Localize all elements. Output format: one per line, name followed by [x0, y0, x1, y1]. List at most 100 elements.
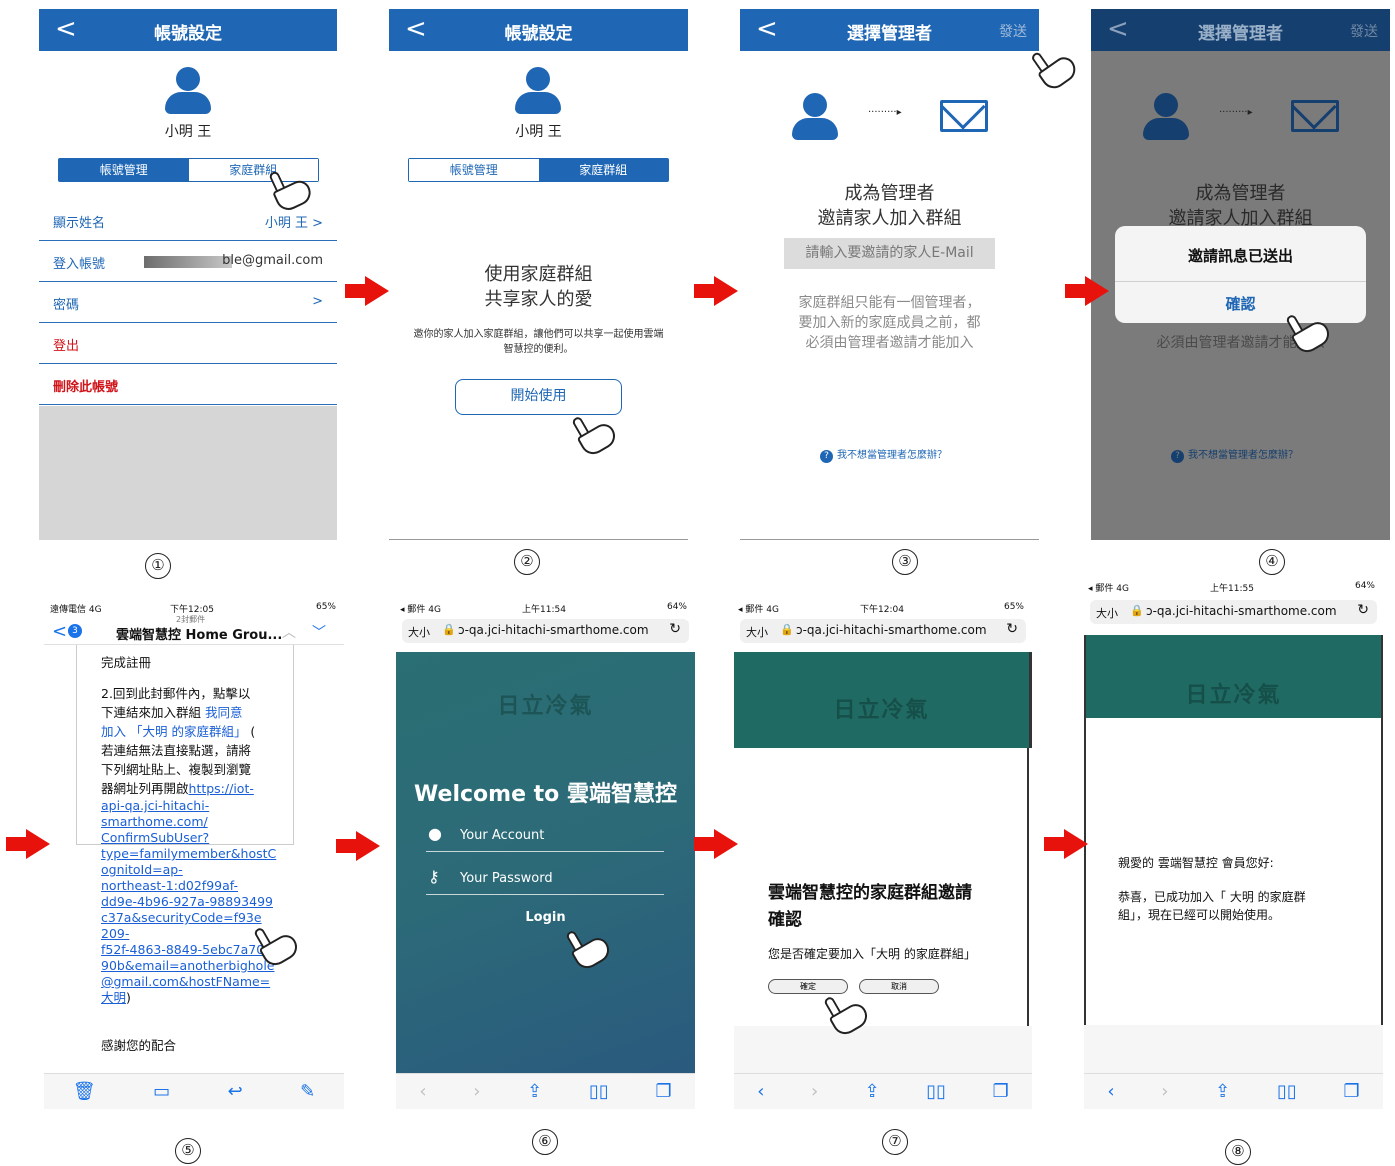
- clock: 上午11:54: [522, 605, 566, 615]
- screen-web-success: ◂ 郵件 4G 上午11:55 64% 大小 🔒 ɔ-qa.jci-hitach…: [1084, 578, 1383, 1109]
- agree-link[interactable]: 加入 「大明 的家庭群組」: [101, 724, 246, 739]
- url-link[interactable]: c37a&securityCode=f93e: [101, 910, 291, 926]
- chevron-right-icon: >: [312, 294, 323, 309]
- alert-dialog: 邀請訊息已送出 確認: [1115, 226, 1366, 323]
- next-step-arrow-icon: [1044, 829, 1088, 859]
- back-arrow-icon[interactable]: ‹: [1107, 1081, 1114, 1102]
- login-button[interactable]: Login: [396, 910, 695, 925]
- address-bar[interactable]: 大小 🔒 ɔ-qa.jci-hitachi-smarthome.com ↻: [740, 619, 1026, 643]
- bookmarks-icon[interactable]: ▯▯: [926, 1081, 946, 1102]
- forward-arrow-icon[interactable]: ›: [473, 1081, 480, 1102]
- tabs-icon[interactable]: ❐: [993, 1081, 1009, 1102]
- password-field[interactable]: ⚷ Your Password: [426, 865, 664, 895]
- row-logout[interactable]: 登出: [39, 323, 337, 364]
- thanks-line: 感謝您的配合: [101, 1038, 177, 1053]
- avatar-icon: [515, 67, 561, 115]
- text-size-button[interactable]: 大小: [1096, 605, 1118, 621]
- url-link[interactable]: type=familymember&hostC: [101, 846, 291, 862]
- step-number: ③: [892, 549, 918, 575]
- address-bar[interactable]: 大小 🔒 ɔ-qa.jci-hitachi-smarthome.com ↻: [402, 619, 689, 643]
- back-arrow-icon[interactable]: ‹: [419, 1081, 426, 1102]
- page-title: 選擇管理者: [847, 24, 932, 44]
- row-login-account: 登入帳號 ble@gmail.com: [39, 241, 337, 282]
- share-icon[interactable]: ⇪: [1215, 1081, 1230, 1102]
- tab-family-group[interactable]: 家庭群組: [538, 159, 668, 181]
- share-icon[interactable]: ⇪: [865, 1081, 880, 1102]
- share-icon[interactable]: ⇪: [527, 1081, 542, 1102]
- browser-toolbar: ‹ › ⇪ ▯▯ ❐: [1084, 1073, 1383, 1109]
- trash-icon[interactable]: 🗑: [73, 1081, 96, 1102]
- bookmarks-icon[interactable]: ▯▯: [589, 1081, 609, 1102]
- compose-icon[interactable]: ✎: [300, 1081, 315, 1102]
- status-bar: ◂ 郵件 4G 下午12:04 65%: [734, 599, 1032, 617]
- url-link[interactable]: 大明: [101, 990, 126, 1005]
- page-footer: [734, 1026, 1032, 1074]
- next-step-arrow-icon: [345, 276, 389, 306]
- confirm-button[interactable]: 確認: [1115, 293, 1366, 314]
- mail-icon: [1291, 84, 1339, 132]
- body-line: 下列網址貼上、複製到瀏覽: [101, 762, 252, 777]
- reload-icon[interactable]: ↻: [1357, 602, 1369, 618]
- battery: 65%: [315, 602, 336, 612]
- body-line: 加入 「大明 的家庭群組」 (: [101, 722, 291, 741]
- send-button[interactable]: 發送: [999, 21, 1027, 41]
- next-step-arrow-icon: [694, 276, 738, 306]
- next-step-arrow-icon: [1065, 276, 1109, 306]
- forward-arrow-icon[interactable]: ›: [811, 1081, 818, 1102]
- chevron-up-icon[interactable]: ︿: [282, 622, 296, 642]
- lock-icon: 🔒: [780, 623, 794, 636]
- greeting: 親愛的 雲端智慧控 會員您好:: [1118, 856, 1274, 870]
- brand-logo: 日立冷氣: [1185, 683, 1282, 708]
- account-placeholder: Your Account: [460, 828, 545, 843]
- url-link[interactable]: https://iot-: [189, 781, 254, 796]
- url-link[interactable]: api-qa.jci-hitachi-: [101, 798, 291, 814]
- forward-arrow-icon[interactable]: ›: [1161, 1081, 1168, 1102]
- url-link[interactable]: northeast-1:d02f99af-: [101, 878, 291, 894]
- row-password[interactable]: 密碼 >: [39, 282, 337, 323]
- info-line-3: 必須由管理者邀請才能加入: [1156, 335, 1325, 351]
- page-title: 選擇管理者: [1198, 24, 1283, 44]
- cancel-button[interactable]: 取消: [859, 979, 939, 994]
- tabs-icon[interactable]: ❐: [1343, 1081, 1359, 1102]
- invite-email-input[interactable]: 請輸入要邀請的家人E-Mail: [784, 238, 995, 269]
- url-link[interactable]: dd9e-4b96-927a-98893499: [101, 894, 291, 910]
- body-line: 完成註冊: [101, 655, 152, 670]
- body-text: (: [246, 724, 256, 739]
- nav-header: < 帳號設定: [39, 9, 337, 51]
- reload-icon[interactable]: ↻: [1006, 621, 1018, 637]
- reload-icon[interactable]: ↻: [669, 621, 681, 637]
- url-link[interactable]: 90b&email=anotherbighole: [101, 958, 291, 974]
- help-link[interactable]: ? 我不想當管理者怎麼辦？: [820, 446, 947, 463]
- info-line-2: 要加入新的家庭成員之前，都: [798, 315, 981, 331]
- intro-heading-1: 使用家庭群組: [484, 264, 593, 285]
- empty-area: [39, 406, 337, 540]
- tab-account-manage[interactable]: 帳號管理: [59, 159, 189, 181]
- back-arrow-icon[interactable]: ‹: [757, 1081, 764, 1102]
- screen-mail: 遠傳電信 4G 下午12:05 65% 2封郵件 < 3 雲端智慧控 Home …: [44, 599, 344, 1109]
- tab-account-manage[interactable]: 帳號管理: [409, 159, 539, 181]
- url-link[interactable]: ConfirmSubUser?: [101, 830, 291, 846]
- bookmarks-icon[interactable]: ▯▯: [1277, 1081, 1297, 1102]
- url-link[interactable]: smarthome.com/: [101, 814, 291, 830]
- site-banner: 日立冷氣: [1084, 635, 1383, 718]
- tabs-icon[interactable]: ❐: [655, 1081, 671, 1102]
- reply-icon[interactable]: ↩: [228, 1081, 243, 1102]
- text-size-button[interactable]: 大小: [746, 624, 768, 640]
- folder-icon[interactable]: ▭: [153, 1081, 170, 1102]
- avatar-icon: [165, 67, 211, 115]
- back-icon[interactable]: <: [52, 621, 67, 642]
- account-field[interactable]: ● Your Account: [426, 822, 664, 852]
- body-text: ): [126, 990, 131, 1005]
- user-name: 小明 王: [164, 124, 212, 140]
- screen-family-group-intro: < 帳號設定 小明 王 帳號管理 家庭群組 使用家庭群組 共享家人的愛 邀你的家…: [389, 9, 688, 540]
- row-delete-account[interactable]: 刪除此帳號: [39, 364, 337, 405]
- invite-heading-1: 雲端智慧控的家庭群組邀請: [768, 883, 972, 903]
- agree-link[interactable]: 我同意: [205, 705, 243, 720]
- address-bar[interactable]: 大小 🔒 ɔ-qa.jci-hitachi-smarthome.com ↻: [1090, 600, 1377, 624]
- text-size-button[interactable]: 大小: [408, 624, 430, 640]
- url-link[interactable]: ognitoId=ap-: [101, 862, 291, 878]
- chevron-down-icon[interactable]: ﹀: [312, 622, 326, 642]
- url-link[interactable]: @gmail.com&hostFName=: [101, 974, 291, 990]
- body-line: 器網址列再開啟https://iot-: [101, 779, 291, 798]
- mail-icon: [940, 84, 988, 132]
